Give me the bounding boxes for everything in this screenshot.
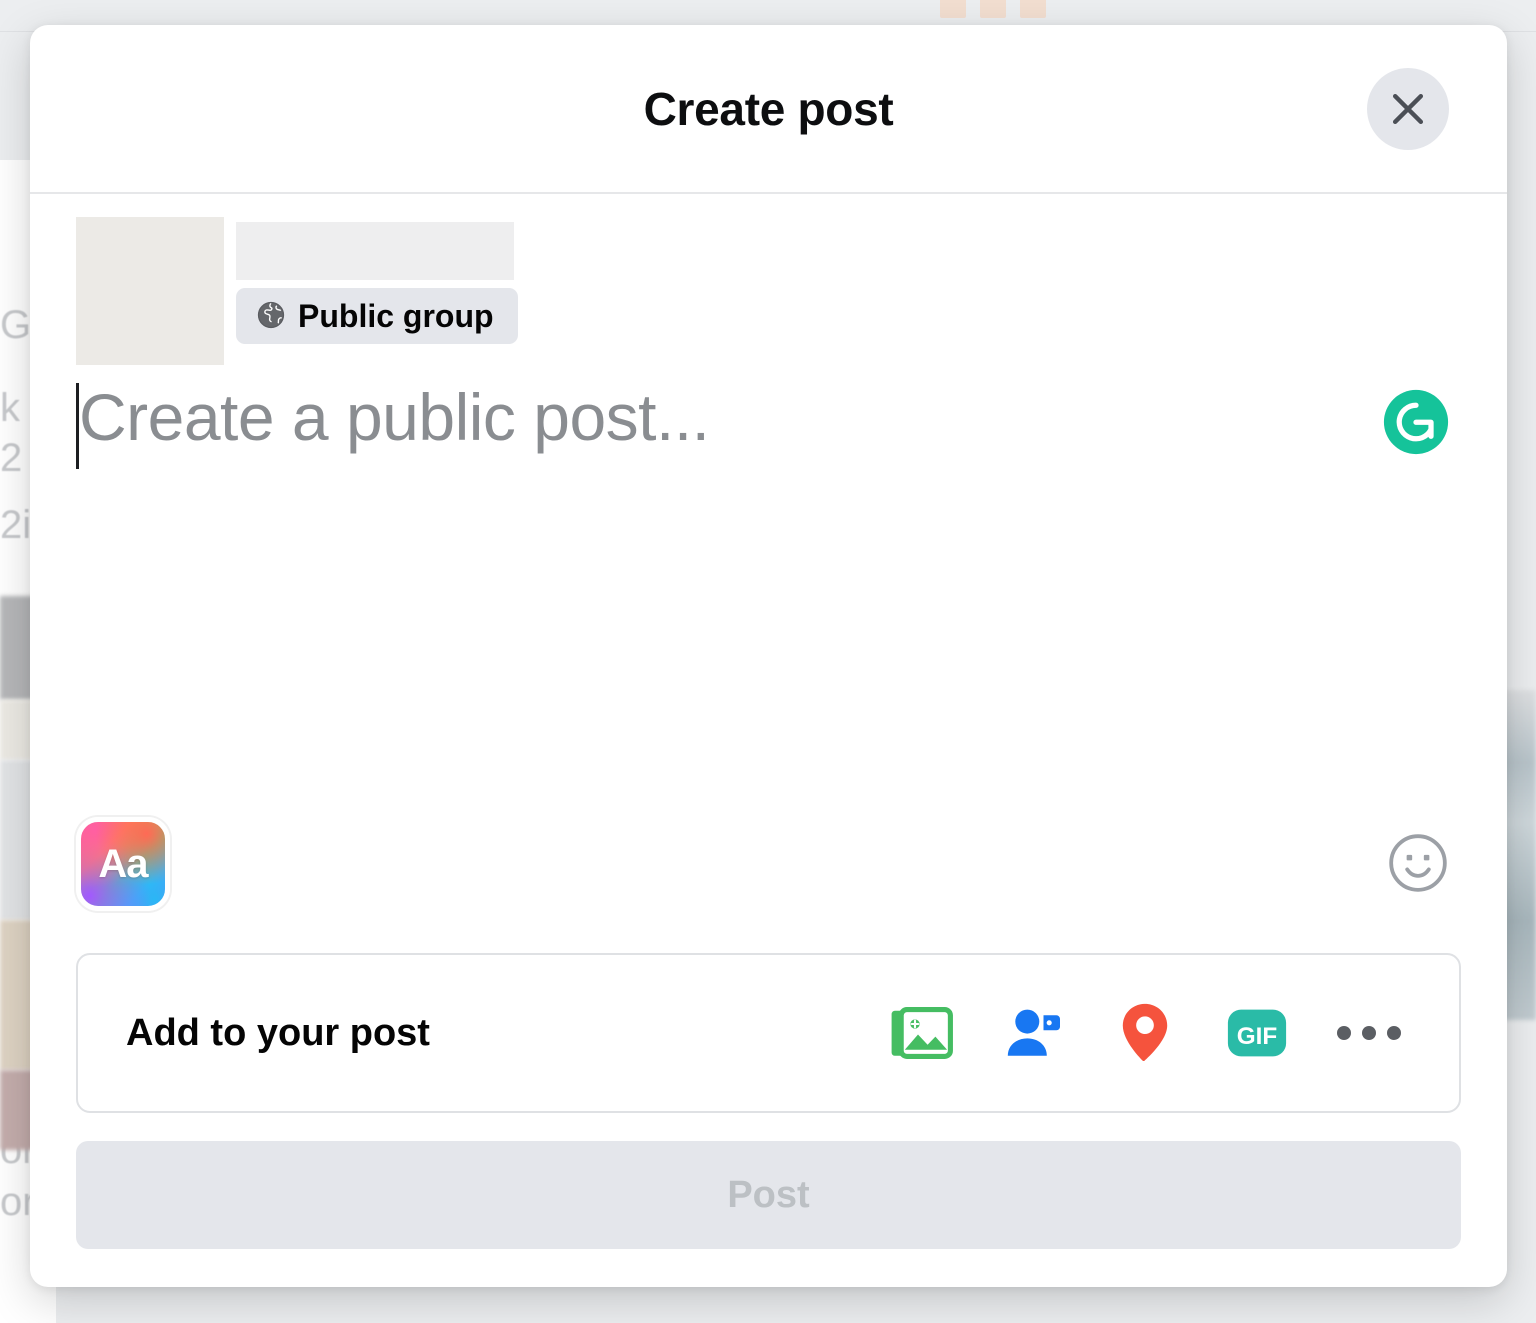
photo-video-icon[interactable] — [883, 995, 959, 1071]
svg-text:GIF: GIF — [1237, 1023, 1278, 1050]
gif-icon[interactable]: GIF — [1219, 995, 1295, 1071]
backdrop-accent-bars — [940, 0, 1046, 18]
avatar — [76, 217, 224, 365]
audience-label: Public group — [298, 297, 494, 334]
dialog-header: Create post — [30, 25, 1507, 194]
text-background-color-icon[interactable]: Aa — [76, 817, 170, 911]
emoji-smiley-icon — [1383, 828, 1453, 901]
close-button[interactable] — [1367, 67, 1449, 150]
globe-icon — [256, 300, 286, 333]
author-row: Public group — [76, 194, 1461, 365]
add-to-your-post-actions: GIF — [883, 995, 1407, 1071]
composer-input-row[interactable]: Create a public post... — [76, 379, 1461, 469]
author-meta: Public group — [236, 217, 518, 344]
composer-placeholder[interactable]: Create a public post... — [79, 379, 710, 457]
grammarly-icon[interactable] — [1381, 387, 1451, 457]
dialog-body: Public group Create a public post... Aa … — [30, 194, 1507, 1287]
dialog-title: Create post — [643, 82, 894, 135]
add-to-your-post-bar: Add to your post GIF — [76, 953, 1461, 1113]
text-background-color-label: Aa — [98, 842, 148, 886]
post-button[interactable]: Post — [76, 1141, 1461, 1249]
more-options-icon[interactable] — [1331, 995, 1407, 1071]
close-icon — [1386, 87, 1430, 131]
location-pin-icon[interactable] — [1107, 995, 1183, 1071]
ellipsis-dots — [1337, 1026, 1401, 1040]
author-name-placeholder — [236, 222, 514, 280]
tag-people-icon[interactable] — [995, 995, 1071, 1071]
emoji-picker-button[interactable] — [1381, 827, 1455, 901]
composer-area: Create a public post... Aa — [76, 365, 1461, 953]
add-to-your-post-label: Add to your post — [126, 1011, 430, 1054]
create-post-dialog: Create post Public group Create a public… — [30, 25, 1507, 1287]
audience-selector-button[interactable]: Public group — [236, 288, 518, 344]
composer-tools: Aa — [76, 817, 1461, 953]
